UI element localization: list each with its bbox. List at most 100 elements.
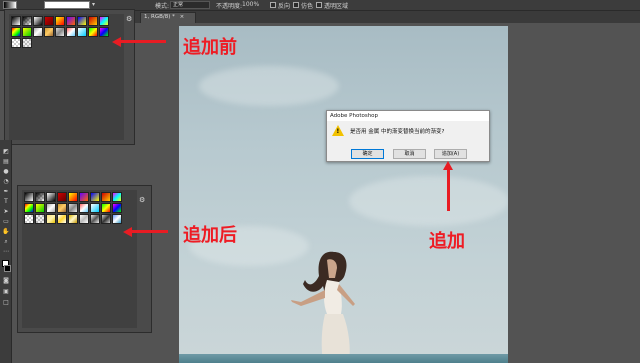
label-append: 追加 xyxy=(429,231,465,252)
dither-label: 仿色 xyxy=(301,3,314,10)
zoom-icon[interactable]: ⌕ xyxy=(2,238,10,245)
pen-icon[interactable]: ✒ xyxy=(2,188,10,195)
gradient-swatch[interactable] xyxy=(33,27,43,37)
gradient-swatch[interactable] xyxy=(24,214,34,224)
label-after: 追加后 xyxy=(183,225,237,246)
gradient-swatch[interactable] xyxy=(88,16,98,26)
mode-select[interactable]: 正常 xyxy=(170,1,210,9)
tab-bar xyxy=(130,11,640,23)
background-color-swatch[interactable] xyxy=(4,265,11,272)
path-select-icon[interactable]: ➤ xyxy=(2,208,10,215)
gradient-swatch[interactable] xyxy=(44,16,54,26)
gradient-swatch[interactable] xyxy=(44,27,54,37)
gradient-swatch[interactable] xyxy=(57,203,67,213)
gradient-swatch[interactable] xyxy=(101,214,111,224)
gradient-swatch[interactable] xyxy=(68,203,78,213)
gradient-swatch[interactable] xyxy=(77,16,87,26)
transparency-checkbox[interactable] xyxy=(316,2,322,8)
document-tab[interactable]: 1, RGB/8) * × xyxy=(140,12,196,23)
gradient-swatch[interactable] xyxy=(35,203,45,213)
gradient-swatch[interactable] xyxy=(90,192,100,202)
gradient-swatch[interactable] xyxy=(22,27,32,37)
eraser-tool-icon[interactable]: ◩ xyxy=(2,148,10,155)
reverse-checkbox[interactable] xyxy=(270,2,276,8)
gear-icon[interactable]: ⚙ xyxy=(126,15,132,23)
drop-icon[interactable]: ● xyxy=(2,168,10,175)
gradient-list-before xyxy=(9,14,124,140)
gradient-dropdown-icon[interactable]: ▾ xyxy=(92,1,95,8)
gradient-swatch[interactable] xyxy=(35,192,45,202)
gradient-swatch[interactable] xyxy=(79,214,89,224)
screen-mode-icon[interactable]: ▣ xyxy=(2,288,10,295)
gradient-swatch[interactable] xyxy=(46,203,56,213)
gradient-swatch[interactable] xyxy=(112,203,122,213)
gradient-swatch[interactable] xyxy=(22,16,32,26)
cancel-button[interactable]: 取消 xyxy=(393,149,426,159)
gradient-swatch[interactable] xyxy=(112,192,122,202)
gradient-swatch[interactable] xyxy=(90,214,100,224)
arrow-before-shaft xyxy=(120,40,166,43)
mode-label: 模式: xyxy=(155,3,170,10)
rectangle-icon[interactable]: ▭ xyxy=(2,218,10,225)
gradient-swatch[interactable] xyxy=(112,214,122,224)
gradient-swatch[interactable] xyxy=(79,192,89,202)
transparency-label: 透明区域 xyxy=(324,3,349,10)
gradient-swatch[interactable] xyxy=(90,203,100,213)
gradient-swatch[interactable] xyxy=(33,16,43,26)
close-icon[interactable]: × xyxy=(180,14,185,20)
dither-checkbox[interactable] xyxy=(293,2,299,8)
gradient-swatch[interactable] xyxy=(79,203,89,213)
dodge-icon[interactable]: ◔ xyxy=(2,178,10,185)
document-canvas[interactable] xyxy=(179,26,508,363)
gradient-swatch[interactable] xyxy=(46,192,56,202)
tools-panel: ◩ ▤ ● ◔ ✒ T ➤ ▭ ✋ ⌕ ⋯ ◙ ▣ □ xyxy=(0,140,12,363)
gradient-swatch[interactable] xyxy=(11,27,21,37)
arrow-append-shaft xyxy=(446,169,450,211)
document-tab-title: 1, RGB/8) * xyxy=(144,14,175,20)
label-before: 追加前 xyxy=(183,37,237,58)
gradient-swatch[interactable] xyxy=(35,214,45,224)
photoshop-window: ▾ 模式: 正常 不透明度: 100% 反向 仿色 透明区域 1, RGB/8)… xyxy=(0,0,640,363)
gradient-swatch[interactable] xyxy=(22,38,32,48)
more-icon[interactable]: ⋯ xyxy=(2,248,10,255)
gradient-swatch[interactable] xyxy=(101,192,111,202)
gradient-swatch[interactable] xyxy=(88,27,98,37)
frame-icon[interactable]: □ xyxy=(2,299,10,306)
gradient-swatch[interactable] xyxy=(11,16,21,26)
gradient-swatch[interactable] xyxy=(24,192,34,202)
ok-button[interactable]: 确定 xyxy=(351,149,384,159)
gradient-swatch[interactable] xyxy=(24,203,34,213)
gradient-picker[interactable] xyxy=(44,1,90,9)
gradient-swatch[interactable] xyxy=(66,27,76,37)
gradient-swatch[interactable] xyxy=(66,16,76,26)
gradient-tool-icon[interactable]: ▤ xyxy=(2,158,10,165)
gradient-swatch[interactable] xyxy=(77,27,87,37)
cloud xyxy=(199,66,339,106)
opacity-value[interactable]: 100% xyxy=(242,1,259,8)
hand-icon[interactable]: ✋ xyxy=(2,228,10,235)
gradient-swatch[interactable] xyxy=(55,16,65,26)
append-button[interactable]: 追加(A) xyxy=(434,149,467,159)
opacity-label: 不透明度: xyxy=(216,3,243,10)
gear-icon[interactable]: ⚙ xyxy=(139,196,145,204)
gradient-swatch[interactable] xyxy=(101,203,111,213)
arrow-after-shaft xyxy=(131,230,168,233)
warning-mark: ! xyxy=(336,128,340,135)
gradient-tool-icon[interactable] xyxy=(3,1,17,9)
quick-mask-icon[interactable]: ◙ xyxy=(2,277,10,284)
gradient-swatch[interactable] xyxy=(55,27,65,37)
dialog-message: 是否用 金属 中的渐变替换当前的渐变? xyxy=(350,129,445,135)
sea xyxy=(179,354,508,363)
dialog-title: Adobe Photoshop xyxy=(327,111,489,121)
gradient-swatch[interactable] xyxy=(57,214,67,224)
gradient-swatch[interactable] xyxy=(68,214,78,224)
woman-photo-subject xyxy=(291,251,355,363)
type-tool-icon[interactable]: T xyxy=(2,198,10,205)
gradient-swatch[interactable] xyxy=(11,38,21,48)
gradient-swatch[interactable] xyxy=(99,16,109,26)
gradient-swatch[interactable] xyxy=(46,214,56,224)
gradient-swatch[interactable] xyxy=(57,192,67,202)
cloud xyxy=(349,176,508,226)
gradient-swatch[interactable] xyxy=(68,192,78,202)
gradient-swatch[interactable] xyxy=(99,27,109,37)
